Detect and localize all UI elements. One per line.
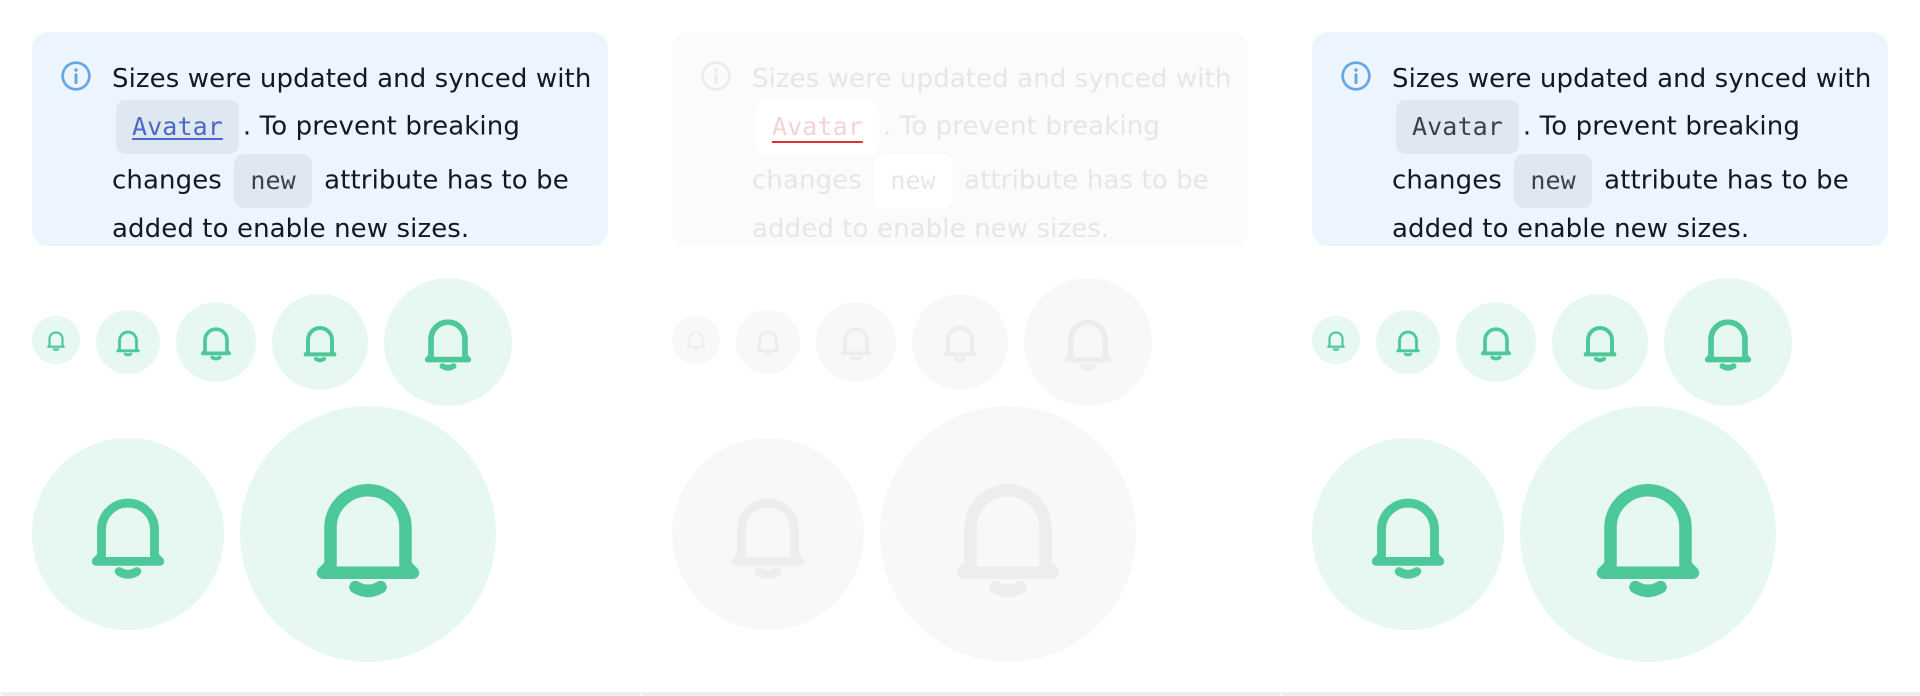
bell-icon <box>1583 326 1617 363</box>
bell-icon <box>1704 319 1752 371</box>
new-attribute-code: new <box>234 154 312 208</box>
new-attribute-code: new <box>1514 154 1592 208</box>
alert-message: Sizes were updated and synced with Avata… <box>1392 58 1872 250</box>
info-alert: Sizes were updated and synced with Avata… <box>1312 32 1888 246</box>
avatar-lg <box>1024 278 1152 406</box>
bell-icon <box>1064 319 1112 371</box>
avatar-xxs <box>32 316 80 364</box>
avatar-code: Avatar <box>1396 100 1519 154</box>
bell-icon <box>47 331 65 351</box>
bell-icon <box>1596 484 1700 598</box>
avatar-xxl <box>240 406 496 662</box>
avatar-md <box>912 294 1008 390</box>
avatar-panel-plain: Sizes were updated and synced with Avata… <box>1280 0 1920 696</box>
avatar-xxl <box>880 406 1136 662</box>
avatar-xs <box>1376 310 1440 374</box>
avatar-link: Avatar <box>756 100 879 154</box>
avatar-md <box>272 294 368 390</box>
bell-icon <box>1480 327 1512 361</box>
avatar-xl <box>672 438 864 630</box>
info-circle-icon <box>701 61 731 91</box>
alert-text-start: Sizes were updated and synced with <box>1392 64 1872 94</box>
avatar-xs <box>736 310 800 374</box>
avatar-panel-default: Sizes were updated and synced with Avata… <box>0 0 640 696</box>
avatar-lg <box>1664 278 1792 406</box>
alert-message: Sizes were updated and synced with Avata… <box>752 58 1232 250</box>
panel-edge <box>1280 692 1920 696</box>
avatar-xxs <box>1312 316 1360 364</box>
avatar-sm <box>816 302 896 382</box>
alert-text-start: Sizes were updated and synced with <box>752 64 1232 94</box>
info-alert: Sizes were updated and synced with Avata… <box>672 32 1248 246</box>
bell-icon <box>1396 330 1420 357</box>
bell-icon <box>303 326 337 363</box>
bell-icon <box>200 327 232 361</box>
avatar-xxs <box>672 316 720 364</box>
bell-icon <box>840 327 872 361</box>
avatar-xs <box>96 310 160 374</box>
alert-message: Sizes were updated and synced with Avata… <box>112 58 592 250</box>
bell-icon <box>956 484 1060 598</box>
avatar-sm <box>1456 302 1536 382</box>
bell-icon <box>91 498 165 579</box>
bell-icon <box>1371 498 1445 579</box>
bell-icon <box>756 330 780 357</box>
avatar-lg <box>384 278 512 406</box>
avatar-xxl <box>1520 406 1776 662</box>
bell-icon <box>943 326 977 363</box>
bell-icon <box>687 331 705 351</box>
avatar-link[interactable]: Avatar <box>116 100 239 154</box>
bell-icon <box>1327 331 1345 351</box>
info-alert: Sizes were updated and synced with Avata… <box>32 32 608 246</box>
avatar-xl <box>32 438 224 630</box>
panel-edge <box>0 692 640 696</box>
avatar-panel-disabled: Sizes were updated and synced with Avata… <box>640 0 1280 696</box>
panel-edge <box>640 692 1280 696</box>
info-circle-icon <box>61 61 91 91</box>
bell-icon <box>116 330 140 357</box>
bell-icon <box>731 498 805 579</box>
info-circle-icon <box>1341 61 1371 91</box>
bell-icon <box>316 484 420 598</box>
avatar-md <box>1552 294 1648 390</box>
avatar-sm <box>176 302 256 382</box>
alert-text-start: Sizes were updated and synced with <box>112 64 592 94</box>
avatar-xl <box>1312 438 1504 630</box>
new-attribute-code: new <box>874 154 952 208</box>
bell-icon <box>424 319 472 371</box>
